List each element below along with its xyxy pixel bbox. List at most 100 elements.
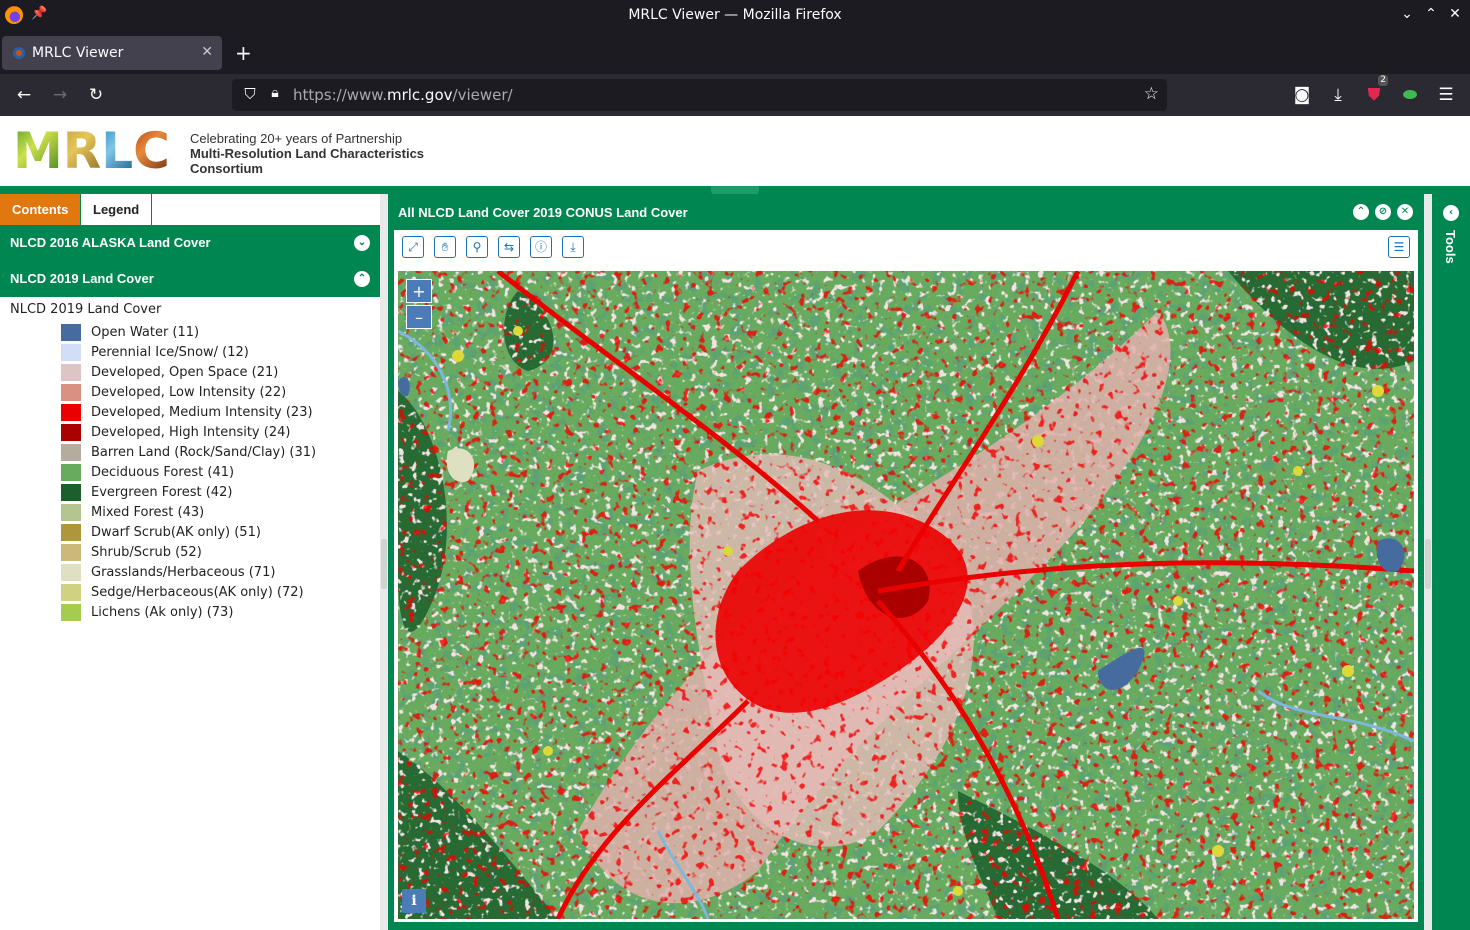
- nav-toolbar: ← → ↻ ⛉ 🔒︎ https://www.mrlc.gov/viewer/ …: [0, 74, 1470, 116]
- legend-label: Perennial Ice/Snow/ (12): [91, 344, 249, 360]
- swipe-layer-icon[interactable]: ⇆: [498, 236, 520, 258]
- legend-swatch: [61, 563, 81, 581]
- zoom-in-button[interactable]: +: [406, 279, 432, 303]
- panel-tabs: Contents Legend: [0, 194, 380, 225]
- mrlc-logo[interactable]: M R L C: [13, 126, 170, 176]
- left-panel-splitter[interactable]: [380, 194, 388, 930]
- close-tab-icon[interactable]: ✕: [201, 44, 213, 60]
- browser-tab[interactable]: MRLC Viewer ✕: [2, 36, 222, 70]
- close-window-icon[interactable]: ✕: [1397, 204, 1413, 220]
- legend-label: Barren Land (Rock/Sand/Clay) (31): [91, 444, 317, 460]
- site-favicon-icon: [13, 47, 25, 59]
- lock-icon[interactable]: 🔒︎: [265, 85, 285, 105]
- zoom-out-button[interactable]: –: [406, 305, 432, 329]
- layer-title: NLCD 2019 Land Cover: [10, 271, 154, 286]
- hamburger-menu-icon[interactable]: ☰: [1434, 83, 1458, 107]
- legend-label: Grasslands/Herbaceous (71): [91, 564, 276, 580]
- chevron-left-icon[interactable]: ‹: [1443, 205, 1459, 221]
- legend-item: Dwarf Scrub(AK only) (51): [61, 522, 316, 542]
- tools-label: Tools: [1443, 230, 1458, 264]
- legend-label: Mixed Forest (43): [91, 504, 205, 520]
- zoom-magnifier-icon[interactable]: ⚲: [466, 236, 488, 258]
- logo-letter-m: M: [13, 122, 63, 180]
- legend-swatch: [61, 463, 81, 481]
- collapse-window-icon[interactable]: ⌃: [1353, 204, 1369, 220]
- tools-panel-collapsed[interactable]: ‹ Tools: [1432, 194, 1470, 930]
- legend-item: Evergreen Forest (42): [61, 482, 316, 502]
- map-raster[interactable]: [398, 271, 1414, 919]
- new-tab-icon[interactable]: +: [235, 41, 252, 65]
- address-bar[interactable]: ⛉ 🔒︎ https://www.mrlc.gov/viewer/ ☆: [232, 79, 1167, 111]
- maximize-icon[interactable]: ⌃: [1422, 6, 1440, 22]
- chevron-up-icon[interactable]: ⌃: [354, 271, 370, 287]
- chevron-down-icon[interactable]: ⌄: [354, 235, 370, 251]
- legend-item: Developed, Medium Intensity (23): [61, 402, 316, 422]
- legend-item: Developed, Open Space (21): [61, 362, 316, 382]
- full-extent-icon[interactable]: ⤢: [402, 236, 424, 258]
- downloads-icon[interactable]: ⤓: [1326, 83, 1350, 107]
- minimize-icon[interactable]: ⌄: [1398, 6, 1416, 22]
- legend-label: Developed, Open Space (21): [91, 364, 279, 380]
- legend-item: Grasslands/Herbaceous (71): [61, 562, 316, 582]
- layer-header-2019[interactable]: NLCD 2019 Land Cover ⌃: [0, 261, 380, 297]
- download-icon[interactable]: ⤓: [562, 236, 584, 258]
- legend-swatch: [61, 323, 81, 341]
- tab-contents[interactable]: Contents: [0, 194, 80, 225]
- legend-swatch: [61, 603, 81, 621]
- logo-letter-c: C: [133, 122, 170, 180]
- splitter-grip[interactable]: [381, 539, 387, 589]
- legend-label: Shrub/Scrub (52): [91, 544, 202, 560]
- map-frame: ⤢ ✋︎ ⚲ ⇆ ⓘ ⤓ ☰ + – i: [394, 230, 1418, 922]
- right-panel-splitter[interactable]: [1424, 194, 1432, 930]
- splitter-grip[interactable]: [1425, 539, 1431, 589]
- legend-label: Sedge/Herbaceous(AK only) (72): [91, 584, 304, 600]
- map-window: All NLCD Land Cover 2019 CONUS Land Cove…: [390, 194, 1422, 927]
- extension-toggle-icon[interactable]: ⬬: [1398, 83, 1422, 107]
- legend-label: Lichens (Ak only) (73): [91, 604, 234, 620]
- legend-swatch: [61, 363, 81, 381]
- legend-label: Dwarf Scrub(AK only) (51): [91, 524, 261, 540]
- layer-header-alaska[interactable]: NLCD 2016 ALASKA Land Cover ⌄: [0, 225, 380, 261]
- legend-label: Developed, Medium Intensity (23): [91, 404, 313, 420]
- layer-title: NLCD 2016 ALASKA Land Cover: [10, 235, 211, 250]
- reload-icon[interactable]: ↻: [84, 83, 108, 107]
- logo-letter-l: L: [101, 122, 134, 180]
- bookmark-star-icon[interactable]: ☆: [1144, 84, 1159, 104]
- window-title: MRLC Viewer — Mozilla Firefox: [628, 7, 842, 23]
- restore-window-icon[interactable]: ⊘: [1375, 204, 1391, 220]
- header-collapse-handle[interactable]: [711, 186, 759, 194]
- legend-swatch: [61, 383, 81, 401]
- viewer-app: Contents Legend NLCD 2016 ALASKA Land Co…: [0, 186, 1470, 930]
- land-cover-map[interactable]: + – i: [398, 271, 1414, 919]
- close-window-icon[interactable]: ✕: [1446, 6, 1464, 22]
- legend-swatch: [61, 503, 81, 521]
- map-window-title: All NLCD Land Cover 2019 CONUS Land Cove…: [398, 205, 688, 220]
- layer-list-icon[interactable]: ☰: [1388, 236, 1410, 258]
- legend-swatch: [61, 543, 81, 561]
- legend-swatch: [61, 343, 81, 361]
- legend-swatch: [61, 583, 81, 601]
- legend-item: Sedge/Herbaceous(AK only) (72): [61, 582, 316, 602]
- layers-panel: Contents Legend NLCD 2016 ALASKA Land Co…: [0, 194, 380, 930]
- tab-legend[interactable]: Legend: [81, 194, 151, 225]
- url-text[interactable]: https://www.mrlc.gov/viewer/: [293, 86, 513, 104]
- tab-bar-filler: [152, 194, 380, 225]
- ublock-extension-icon[interactable]: ⛊ 2: [1362, 75, 1388, 107]
- back-arrow-icon[interactable]: ←: [12, 83, 36, 107]
- legend-item: Developed, High Intensity (24): [61, 422, 316, 442]
- legend-swatch: [61, 443, 81, 461]
- org-name-line1: Multi-Resolution Land Characteristics: [190, 146, 425, 161]
- legend-title: NLCD 2019 Land Cover: [10, 302, 162, 317]
- forward-arrow-icon[interactable]: →: [48, 83, 72, 107]
- identify-info-icon[interactable]: ⓘ: [530, 236, 552, 258]
- legend-label: Developed, High Intensity (24): [91, 424, 291, 440]
- tracking-shield-icon[interactable]: ⛉: [240, 85, 260, 105]
- site-header: M R L C Celebrating 20+ years of Partner…: [0, 116, 1470, 186]
- tab-strip: MRLC Viewer ✕ +: [0, 32, 1470, 74]
- map-info-button[interactable]: i: [402, 889, 426, 913]
- pocket-icon[interactable]: ◙: [1290, 83, 1314, 107]
- org-name-line2: Consortium: [190, 161, 263, 176]
- legend-item: Mixed Forest (43): [61, 502, 316, 522]
- pan-hand-icon[interactable]: ✋︎: [434, 236, 456, 258]
- legend-item: Perennial Ice/Snow/ (12): [61, 342, 316, 362]
